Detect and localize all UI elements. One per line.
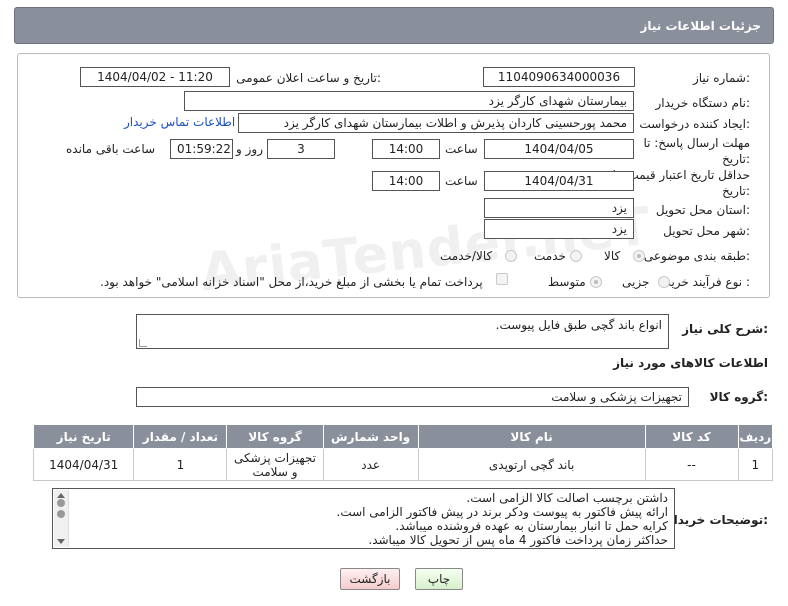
print-button[interactable]: چاپ <box>415 568 463 590</box>
cell-group: تجهیزات پزشکی و سلامت <box>226 448 324 481</box>
col-qty: تعداد / مقدار <box>133 424 228 449</box>
buyer-notes-text: داشتن برچسب اصالت کالا الزامی است. ارائه… <box>73 491 669 547</box>
col-date: تاریخ نیاز <box>32 424 135 449</box>
process-medium-radio[interactable] <box>590 276 602 288</box>
deadline-label: مهلت ارسال پاسخ: تا تاریخ: <box>643 136 750 166</box>
description-text: انواع باند گچی طبق فایل پیوست. <box>495 318 662 332</box>
buyer-org-field: بیمارستان شهدای کارگر یزد <box>184 91 634 111</box>
page-title: جزئیات اطلاعات نیاز <box>640 19 761 33</box>
deadline-date-field: 1404/04/05 <box>484 139 634 159</box>
days-label: روز و <box>236 142 263 156</box>
cell-qty: 1 <box>133 448 228 481</box>
need-number-label: شماره نیاز: <box>692 71 750 85</box>
page-header: جزئیات اطلاعات نیاز <box>14 7 774 44</box>
process-partial-radio[interactable] <box>658 276 670 288</box>
goods-section-title: اطلاعات کالاهای مورد نیاز <box>613 356 768 370</box>
col-row: ردیف <box>737 424 774 449</box>
scroll-dot-icon <box>57 499 65 507</box>
notes-scrollbar[interactable] <box>54 490 69 547</box>
description-textarea[interactable]: انواع باند گچی طبق فایل پیوست. <box>136 314 669 349</box>
table-row: 1 -- باند گچی ارتوپدی عدد تجهیزات پزشکی … <box>32 448 774 481</box>
category-goods-label: کالا <box>604 249 621 263</box>
col-group: گروه کالا <box>226 424 324 449</box>
city-label: شهر محل تحویل: <box>663 224 750 238</box>
buyer-org-label: نام دستگاه خریدار: <box>655 96 751 110</box>
deadline-time-field: 14:00 <box>372 139 440 159</box>
deadline-hour-label: ساعت <box>445 142 478 156</box>
resize-handle-icon[interactable] <box>139 339 147 347</box>
cell-row: 1 <box>737 448 774 481</box>
cell-name: باند گچی ارتوپدی <box>417 448 646 481</box>
buyer-contact-link[interactable]: اطلاعات تماس خریدار <box>124 115 235 129</box>
process-label: نوع فرآیند خرید : <box>665 275 750 289</box>
note-line: کرایه حمل تا انبار بیمارستان به عهده فرو… <box>395 519 668 533</box>
category-label: طبقه بندی موضوعی: <box>643 249 750 263</box>
col-unit: واحد شمارش <box>322 424 419 449</box>
payment-note: پرداخت تمام یا بخشی از مبلغ خرید،از محل … <box>100 275 483 289</box>
note-line: ارائه پیش فاکتور به پیوست ودکر برند در پ… <box>336 505 669 519</box>
col-code: کد کالا <box>644 424 739 449</box>
need-number-field: 1104090634000036 <box>483 67 635 87</box>
validity-hour-label: ساعت <box>445 174 478 188</box>
province-field: یزد <box>484 198 634 218</box>
category-goods-radio[interactable] <box>633 250 645 262</box>
note-line: حداکثر زمان پرداخت فاکتور 4 ماه پس از تح… <box>368 533 668 547</box>
announce-label: تاریخ و ساعت اعلان عمومی: <box>236 71 381 85</box>
treasury-checkbox[interactable] <box>496 273 508 285</box>
note-line: داشتن برچسب اصالت کالا الزامی است. <box>466 491 668 505</box>
col-name: نام کالا <box>417 424 646 449</box>
remaining-time-field: 01:59:22 <box>170 139 233 159</box>
back-button[interactable]: بازگشت <box>340 568 400 590</box>
city-field: یزد <box>484 219 634 239</box>
cell-code: -- <box>644 448 739 481</box>
category-service-radio[interactable] <box>570 250 582 262</box>
buyer-notes-label: توضیحات خریدار: <box>666 513 768 527</box>
province-label: استان محل تحویل: <box>655 203 750 217</box>
cell-date: 1404/04/31 <box>32 448 135 481</box>
scroll-thumb-icon[interactable] <box>57 510 65 518</box>
category-both-label: کالا/خدمت <box>440 249 493 263</box>
scroll-up-icon[interactable] <box>57 493 65 498</box>
buyer-notes-textarea[interactable]: داشتن برچسب اصالت کالا الزامی است. ارائه… <box>52 488 675 549</box>
category-both-radio[interactable] <box>505 250 517 262</box>
announce-field: 1404/04/02 - 11:20 <box>80 67 230 87</box>
process-medium-label: متوسط <box>548 275 586 289</box>
goods-group-label: گروه کالا: <box>709 390 768 404</box>
validity-time-field: 14:00 <box>372 171 440 191</box>
remaining-label: ساعت باقی مانده <box>66 142 156 156</box>
scroll-down-icon[interactable] <box>57 539 65 544</box>
validity-date-field: 1404/04/31 <box>484 171 634 191</box>
cell-unit: عدد <box>322 448 419 481</box>
description-label: شرح کلی نیاز: <box>682 322 768 336</box>
process-partial-label: جزیی <box>622 275 650 289</box>
creator-label: ایجاد کننده درخواست: <box>639 117 750 131</box>
goods-table: ردیف کد کالا نام کالا واحد شمارش گروه کا… <box>32 424 774 481</box>
category-service-label: خدمت <box>534 249 566 263</box>
creator-field: محمد پورحسینی کاردان پذیرش و اطلات بیمار… <box>238 113 634 133</box>
goods-table-header: ردیف کد کالا نام کالا واحد شمارش گروه کا… <box>32 424 774 449</box>
days-field: 3 <box>267 139 335 159</box>
goods-group-field: تجهیزات پزشکی و سلامت <box>136 387 689 407</box>
